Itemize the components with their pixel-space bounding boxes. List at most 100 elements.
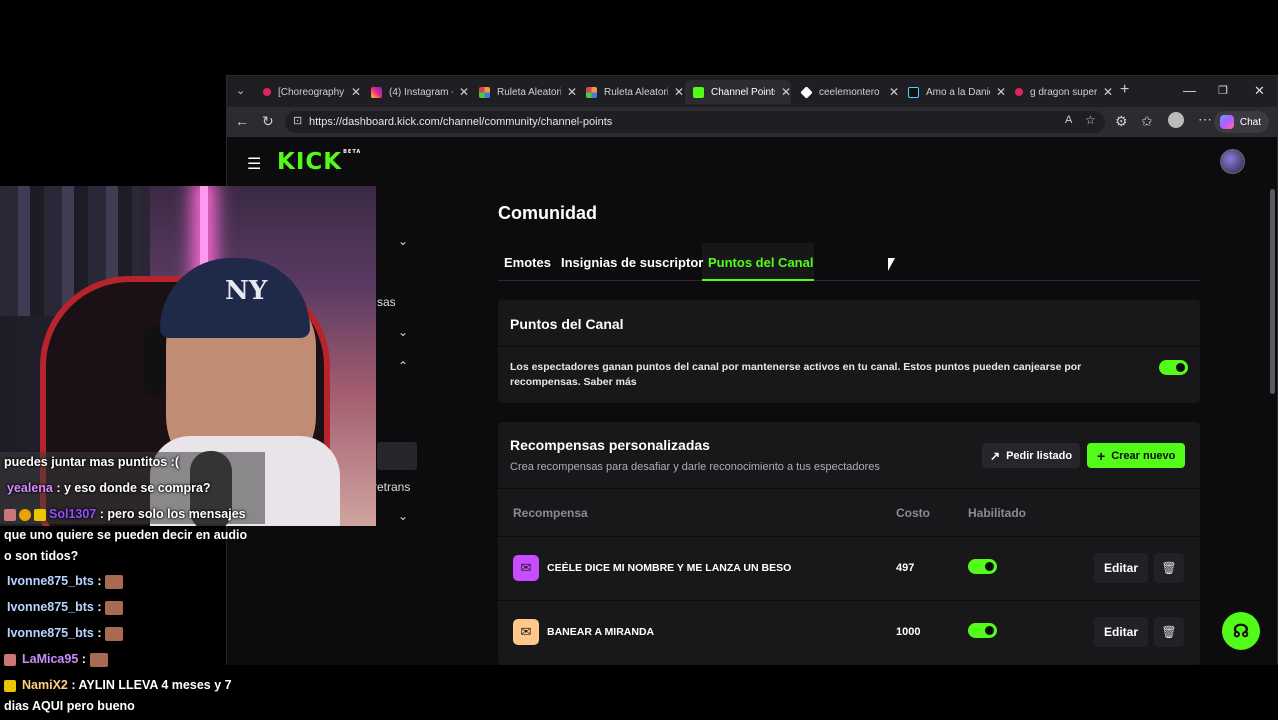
chat-text: : [93,626,102,640]
browser-window: ⌄ [Choreography ✕ (4) Instagram - ✕ Rule… [226,75,1278,665]
sidebar-item-fragment[interactable]: sas [377,295,396,309]
chat-emote-icon [105,600,124,615]
chat-message: Ivonne875_bts : [7,600,124,615]
tab-title: Channel Points [711,86,775,98]
url-field[interactable]: ⊡ https://dashboard.kick.com/channel/com… [285,111,1105,133]
table-row: ✉ BANEAR A MIRANDA 1000 Editar 🗑 [498,600,1200,664]
new-tab-icon[interactable]: + [1120,81,1129,99]
kick-favicon-icon [693,86,704,98]
tab-bar: ⌄ [Choreography ✕ (4) Instagram - ✕ Rule… [227,76,1277,107]
chat-text: que uno quiere se pueden decir en audio [4,528,248,542]
close-tab-icon[interactable]: ✕ [674,85,684,99]
close-tab-icon[interactable]: ✕ [459,85,469,99]
chat-text: puedes juntar mas puntitos :( [4,455,180,469]
tab-title: Amo a la Danie [926,86,990,98]
sidebar-item-selected[interactable] [377,442,417,470]
more-options-icon[interactable]: ⋯ [1198,111,1212,128]
request-list-button[interactable]: ↗ Pedir listado [982,443,1081,468]
request-list-label: Pedir listado [1006,449,1073,462]
rewards-heading: Recompensas personalizadas [510,437,710,453]
chat-message: Ivonne875_bts : [7,574,124,589]
tabs-divider [498,280,1200,281]
channel-points-heading: Puntos del Canal [510,316,624,332]
create-reward-button[interactable]: + Crear nuevo [1087,443,1186,468]
chat-message: NamiX2 : AYLIN LLEVA 4 meses y 7 [4,678,232,692]
extensions-icon[interactable]: ⚙ [1115,113,1128,130]
sub-badge-icon [19,508,31,521]
browser-tab[interactable]: Ruleta Aleatori ✕ [471,80,577,104]
sidebar-item-fragment[interactable]: retrans [373,480,410,494]
reward-enabled-toggle[interactable] [968,559,997,574]
reward-enabled-toggle[interactable] [968,623,997,638]
delete-reward-icon[interactable]: 🗑 [1154,553,1184,583]
reward-cost: 497 [896,562,915,574]
browser-tab[interactable]: [Choreography ✕ [255,80,361,104]
tab-insignias-suscriptor[interactable]: Insignias de suscriptor [561,255,703,270]
page-scrollbar[interactable] [1270,189,1275,394]
browser-tab[interactable]: g dragon super ✕ [1007,80,1113,104]
copilot-icon [1219,115,1234,129]
favorite-star-icon[interactable]: ☆ [1085,113,1096,127]
tab-title: ceelemontero | [819,86,883,98]
tab-puntos-del-canal[interactable]: Puntos del Canal [708,255,813,270]
chat-message: Ivonne875_bts : [7,626,124,641]
favorites-icon[interactable]: ✩ [1141,113,1153,130]
chat-button-label: Chat [1239,116,1261,128]
chat-message: puedes juntar mas puntitos :( [4,455,179,469]
browser-tab[interactable]: ceelemontero | ✕ [793,80,899,104]
diamond-favicon-icon [800,85,813,99]
address-bar: ← ↻ ⊡ https://dashboard.kick.com/channel… [227,107,1277,137]
crown-badge-icon [4,508,16,521]
close-tab-icon[interactable]: ✕ [996,85,1006,99]
edit-reward-button[interactable]: Editar [1094,553,1148,583]
browser-tab[interactable]: Amo a la Danie ✕ [900,80,1006,104]
page-title: Comunidad [498,203,597,223]
tab-title: (4) Instagram - [389,86,453,98]
chat-message: LaMica95 : [4,652,108,667]
browser-tab[interactable]: Ruleta Aleatori ✕ [578,80,684,104]
chat-username: yealena [7,481,53,495]
reward-cost: 1000 [896,626,921,638]
tab-emotes[interactable]: Emotes [504,255,551,270]
close-tab-icon[interactable]: ✕ [1103,85,1113,99]
browser-tab-active[interactable]: Channel Points ✕ [685,80,791,104]
mouse-cursor-icon [888,258,895,271]
sidebar-chevron-down-icon[interactable]: ⌄ [398,509,408,523]
delete-reward-icon[interactable]: 🗑 [1154,617,1184,647]
gift-badge-icon [4,679,16,692]
restore-icon[interactable]: ❐ [1218,84,1228,97]
reload-icon[interactable]: ↻ [262,113,274,130]
crown-badge-icon [4,653,16,666]
kick-logo[interactable]: KICKBETA [277,149,361,175]
chat-username: LaMica95 [22,652,79,666]
site-info-icon[interactable]: ⊡ [293,114,302,127]
close-tab-icon[interactable]: ✕ [889,85,899,99]
hamburger-menu-icon[interactable]: ☰ [247,154,261,174]
help-support-icon[interactable]: ☊ [1222,612,1260,650]
close-tab-icon[interactable]: ✕ [781,85,791,99]
beta-badge: BETA [343,149,362,155]
tab-title: Ruleta Aleatori [604,86,668,98]
back-arrow-icon[interactable]: ← [235,113,249,129]
tab-list-chevron-icon[interactable]: ⌄ [236,84,245,97]
read-aloud-icon[interactable]: A [1065,114,1072,126]
edit-reward-button[interactable]: Editar [1094,617,1148,647]
card-divider [498,488,1200,489]
close-tab-icon[interactable]: ✕ [351,85,361,99]
profile-avatar-icon[interactable] [1168,112,1184,128]
chat-emote-icon [89,652,108,667]
user-avatar[interactable] [1220,149,1245,174]
channel-points-toggle[interactable] [1159,360,1188,375]
close-window-icon[interactable]: ✕ [1254,83,1265,99]
sidebar-chevron-down-icon[interactable]: ⌄ [398,325,408,339]
chat-emote-icon [105,574,124,589]
minimize-icon[interactable]: — [1183,83,1196,98]
copilot-chat-button[interactable]: Chat [1213,111,1269,133]
sidebar-chevron-down-icon[interactable]: ⌄ [398,234,408,248]
gift-badge-icon [34,508,46,521]
close-tab-icon[interactable]: ✕ [567,85,577,99]
chat-text: : y eso donde se compra? [52,481,211,495]
chat-text: : [93,574,102,588]
browser-tab[interactable]: (4) Instagram - ✕ [363,80,469,104]
sidebar-chevron-up-icon[interactable]: ⌃ [398,359,408,373]
